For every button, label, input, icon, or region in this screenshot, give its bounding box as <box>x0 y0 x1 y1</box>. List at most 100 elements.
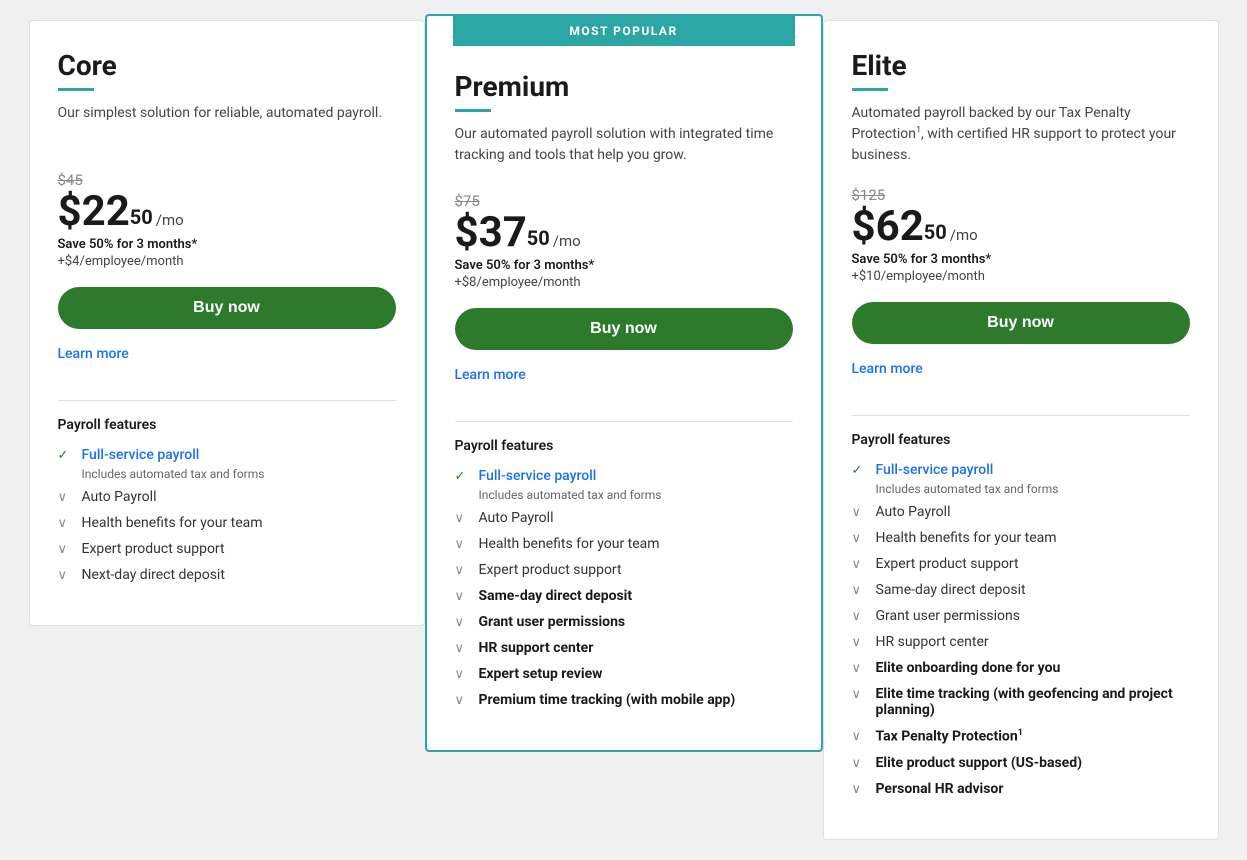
learn-more-core[interactable]: Learn more <box>58 346 129 362</box>
feature-item-core-3: ∨ Expert product support <box>58 541 396 557</box>
plan-divider-elite <box>852 88 888 91</box>
feature-text-elite-7: Elite onboarding done for you <box>876 660 1061 676</box>
chevron-icon-premium-1: ∨ <box>455 511 471 526</box>
chevron-icon-premium-8: ∨ <box>455 693 471 708</box>
feature-text-core-2: Health benefits for your team <box>82 515 263 531</box>
features-label-elite: Payroll features <box>852 432 1190 448</box>
plan-name-core: Core <box>58 49 396 82</box>
chevron-icon-elite-2: ∨ <box>852 531 868 546</box>
feature-item-premium-7: ∨ Expert setup review <box>455 666 793 682</box>
feature-text-elite-3: Expert product support <box>876 556 1019 572</box>
feature-text-core-4: Next-day direct deposit <box>82 567 225 583</box>
per-employee-elite: +$10/employee/month <box>852 269 1190 284</box>
chevron-icon-premium-7: ∨ <box>455 667 471 682</box>
section-divider-elite <box>852 415 1190 416</box>
feature-text-premium-6: HR support center <box>479 640 594 656</box>
feature-item-core-2: ∨ Health benefits for your team <box>58 515 396 531</box>
feature-item-elite-1: ∨ Auto Payroll <box>852 504 1190 520</box>
feature-item-elite-5: ∨ Grant user permissions <box>852 608 1190 624</box>
price-dollar-premium: $37 <box>455 212 527 254</box>
per-employee-core: +$4/employee/month <box>58 254 396 269</box>
feature-item-elite-9: ∨ Tax Penalty Protection1 <box>852 728 1190 745</box>
feature-text-premium-3: Expert product support <box>479 562 622 578</box>
most-popular-banner: MOST POPULAR <box>453 16 795 46</box>
chevron-icon-elite-1: ∨ <box>852 505 868 520</box>
feature-text-core-1: Auto Payroll <box>82 489 157 505</box>
save-text-core: Save 50% for 3 months* <box>58 237 396 252</box>
plan-name-premium: Premium <box>455 70 793 103</box>
section-divider-core <box>58 400 396 401</box>
price-row-core: $22 50 /mo <box>58 191 396 233</box>
section-divider-premium <box>455 421 793 422</box>
feature-text-elite-10: Elite product support (US-based) <box>876 755 1083 771</box>
feature-sub-elite-0: Includes automated tax and forms <box>876 482 1190 496</box>
price-dollar-core: $22 <box>58 191 130 233</box>
chevron-icon-core-1: ∨ <box>58 490 74 505</box>
learn-more-premium[interactable]: Learn more <box>455 367 526 383</box>
buy-button-elite[interactable]: Buy now <box>852 302 1190 344</box>
plan-divider-premium <box>455 109 491 112</box>
feature-text-premium-4: Same-day direct deposit <box>479 588 633 604</box>
learn-more-elite[interactable]: Learn more <box>852 361 923 377</box>
feature-item-premium-6: ∨ HR support center <box>455 640 793 656</box>
feature-item-elite-0: ✓ Full-service payroll <box>852 462 1190 478</box>
features-label-premium: Payroll features <box>455 438 793 454</box>
feature-item-elite-3: ∨ Expert product support <box>852 556 1190 572</box>
feature-text-elite-2: Health benefits for your team <box>876 530 1057 546</box>
feature-item-elite-4: ∨ Same-day direct deposit <box>852 582 1190 598</box>
feature-item-premium-4: ∨ Same-day direct deposit <box>455 588 793 604</box>
chevron-icon-elite-7: ∨ <box>852 661 868 676</box>
feature-item-elite-7: ∨ Elite onboarding done for you <box>852 660 1190 676</box>
feature-text-elite-1: Auto Payroll <box>876 504 951 520</box>
feature-text-premium-0: Full-service payroll <box>479 468 597 484</box>
check-icon-elite-0: ✓ <box>852 463 868 478</box>
plan-card-elite: Elite Automated payroll backed by our Tax… <box>823 20 1219 840</box>
features-label-core: Payroll features <box>58 417 396 433</box>
feature-item-elite-2: ∨ Health benefits for your team <box>852 530 1190 546</box>
plan-name-elite: Elite <box>852 49 1190 82</box>
feature-text-elite-8: Elite time tracking (with geofencing and… <box>876 686 1190 718</box>
check-icon-core-0: ✓ <box>58 448 74 463</box>
chevron-icon-elite-9: ∨ <box>852 729 868 744</box>
feature-text-premium-1: Auto Payroll <box>479 510 554 526</box>
price-row-premium: $37 50 /mo <box>455 212 793 254</box>
feature-item-premium-5: ∨ Grant user permissions <box>455 614 793 630</box>
chevron-icon-premium-3: ∨ <box>455 563 471 578</box>
chevron-icon-premium-6: ∨ <box>455 641 471 656</box>
price-cents-elite: 50 <box>924 220 947 244</box>
feature-text-premium-2: Health benefits for your team <box>479 536 660 552</box>
feature-item-core-0: ✓ Full-service payroll <box>58 447 396 463</box>
chevron-icon-premium-5: ∨ <box>455 615 471 630</box>
per-employee-premium: +$8/employee/month <box>455 275 793 290</box>
chevron-icon-elite-5: ∨ <box>852 609 868 624</box>
feature-item-elite-8: ∨ Elite time tracking (with geofencing a… <box>852 686 1190 718</box>
feature-item-premium-2: ∨ Health benefits for your team <box>455 536 793 552</box>
plan-description-core: Our simplest solution for reliable, auto… <box>58 103 396 151</box>
feature-text-elite-11: Personal HR advisor <box>876 781 1004 797</box>
feature-item-core-4: ∨ Next-day direct deposit <box>58 567 396 583</box>
plan-card-core: Core Our simplest solution for reliable, … <box>29 20 425 626</box>
price-cents-core: 50 <box>130 205 153 229</box>
chevron-icon-elite-10: ∨ <box>852 756 868 771</box>
buy-button-core[interactable]: Buy now <box>58 287 396 329</box>
chevron-icon-elite-11: ∨ <box>852 782 868 797</box>
feature-item-elite-6: ∨ HR support center <box>852 634 1190 650</box>
plan-divider-core <box>58 88 94 91</box>
feature-item-core-1: ∨ Auto Payroll <box>58 489 396 505</box>
feature-sub-premium-0: Includes automated tax and forms <box>479 488 793 502</box>
feature-text-premium-5: Grant user permissions <box>479 614 626 630</box>
feature-text-elite-5: Grant user permissions <box>876 608 1021 624</box>
feature-sub-core-0: Includes automated tax and forms <box>82 467 396 481</box>
price-mo-elite: /mo <box>950 226 978 244</box>
chevron-icon-core-3: ∨ <box>58 542 74 557</box>
plan-description-premium: Our automated payroll solution with inte… <box>455 124 793 172</box>
plan-description-elite: Automated payroll backed by our Tax Pena… <box>852 103 1190 166</box>
chevron-icon-premium-4: ∨ <box>455 589 471 604</box>
buy-button-premium[interactable]: Buy now <box>455 308 793 350</box>
feature-item-premium-8: ∨ Premium time tracking (with mobile app… <box>455 692 793 708</box>
feature-text-elite-4: Same-day direct deposit <box>876 582 1026 598</box>
price-dollar-elite: $62 <box>852 206 924 248</box>
feature-text-premium-7: Expert setup review <box>479 666 603 682</box>
chevron-icon-elite-6: ∨ <box>852 635 868 650</box>
chevron-icon-core-4: ∨ <box>58 568 74 583</box>
